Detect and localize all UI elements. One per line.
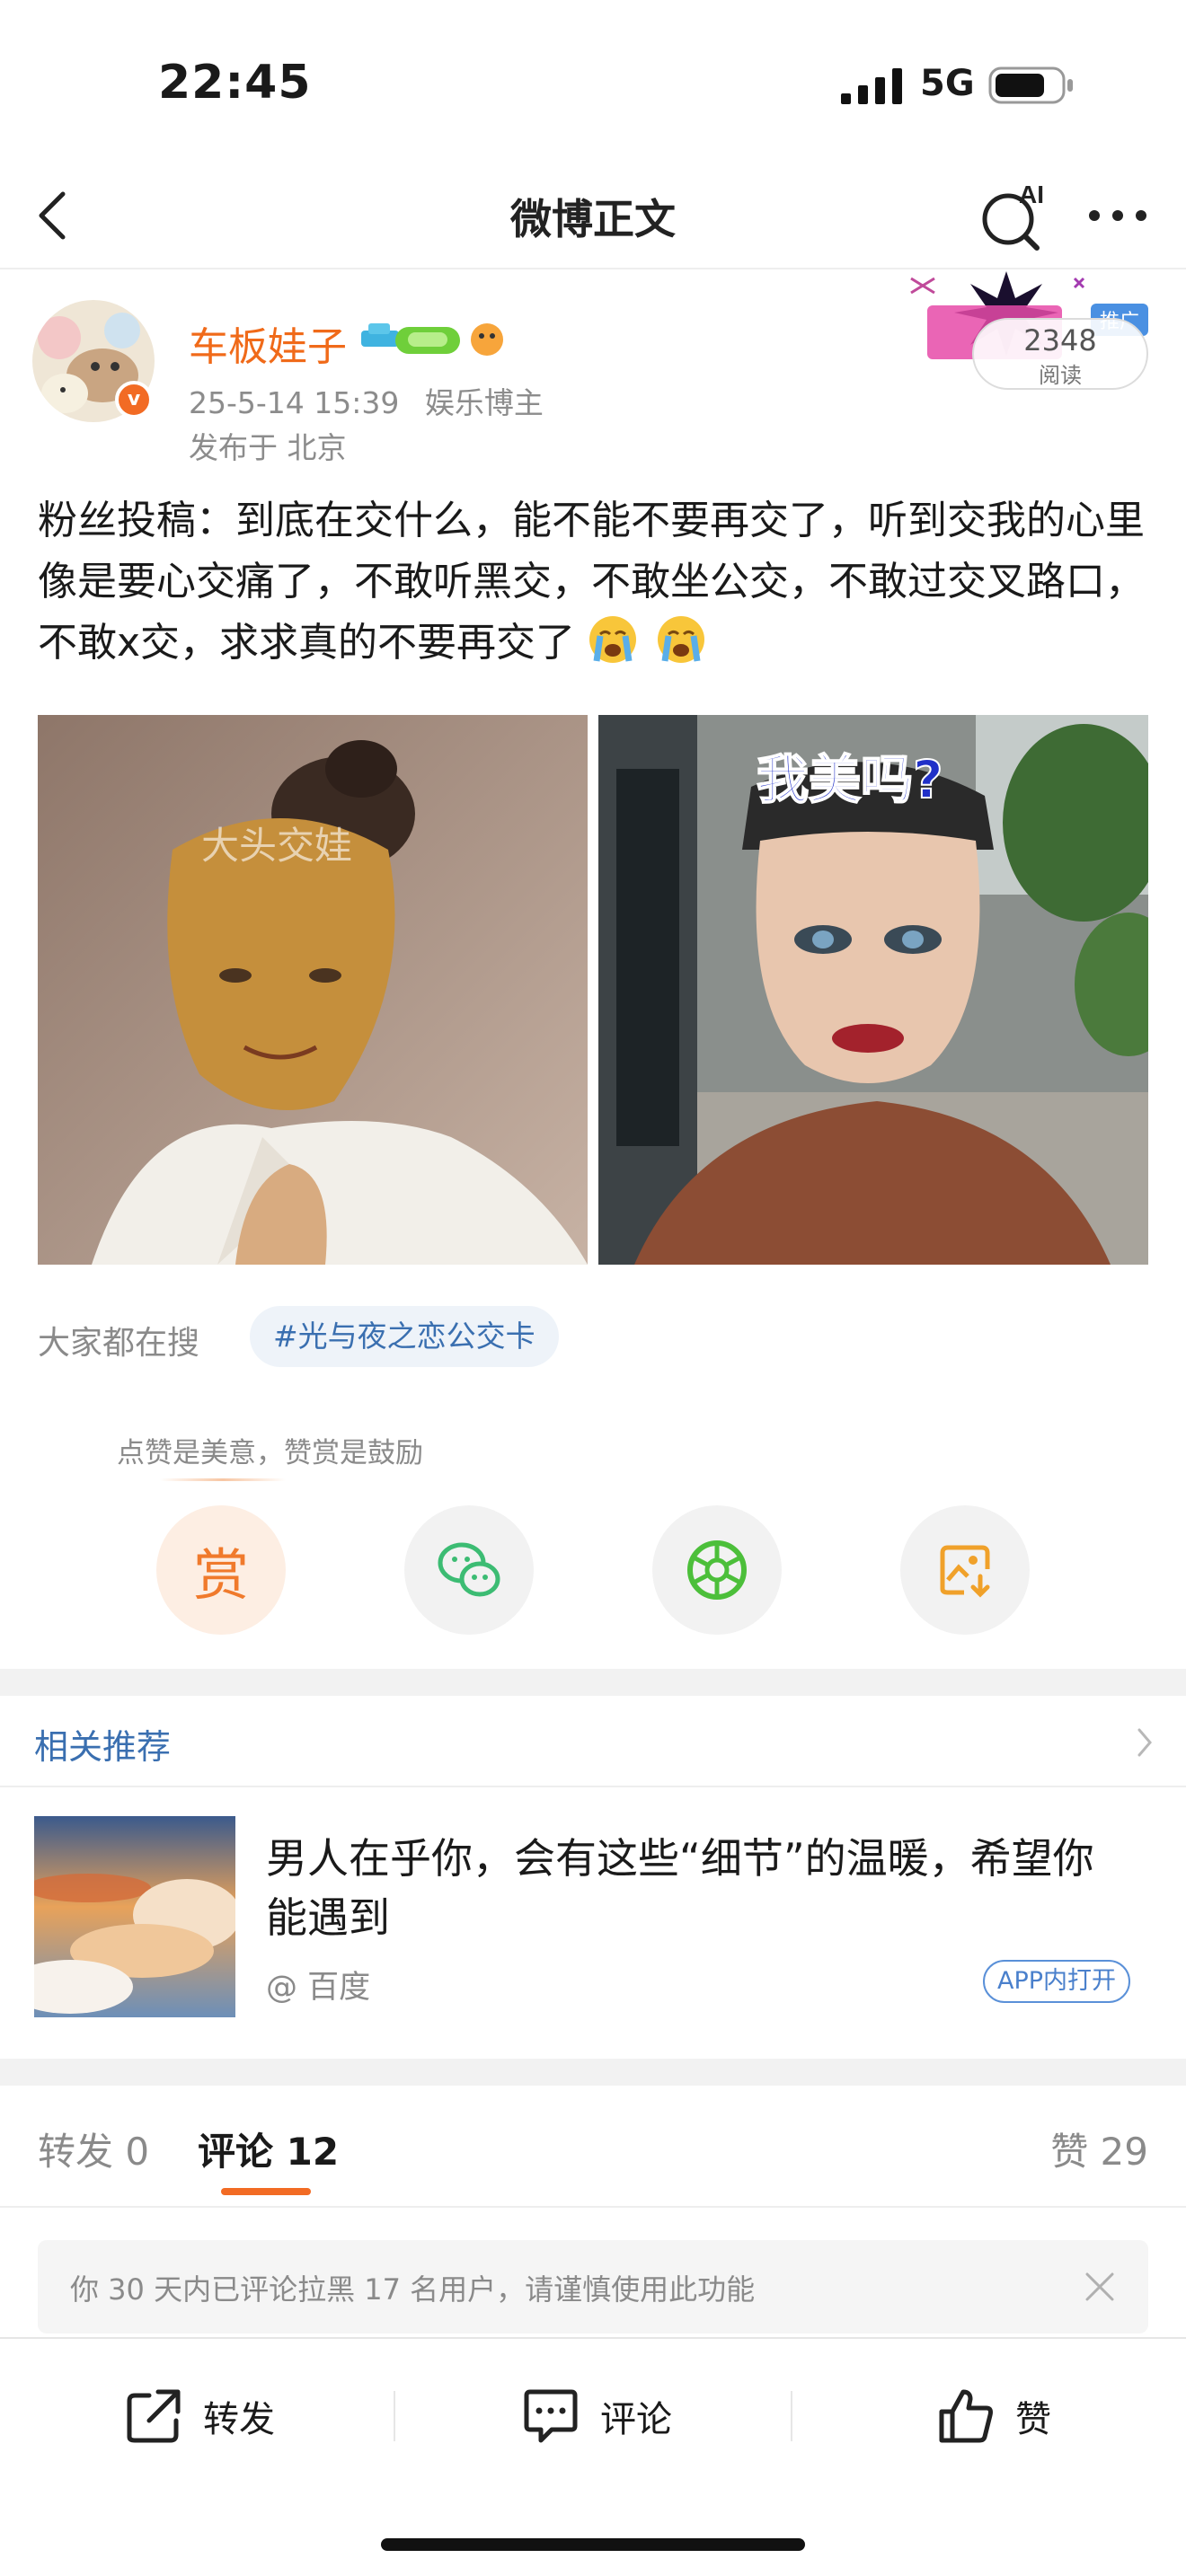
reward-tip-pointer [160,1478,286,1481]
active-tab-indicator [221,2188,311,2195]
repost-button[interactable]: 转发 [122,2380,275,2452]
home-indicator[interactable] [381,2538,805,2551]
network-type: 5G [920,63,975,104]
search-hint-label: 大家都在搜 [38,1325,200,1362]
repost-label: 转发 [203,2399,275,2440]
status-bar: 22:45 5G [0,0,1186,162]
reward-button[interactable]: 赏 [156,1505,286,1635]
moments-icon [687,1540,747,1600]
user-badges-icon[interactable] [359,316,512,359]
verified-badge: v [115,381,153,419]
notice-text: 你 30 天内已评论拉黑 17 名用户，请谨慎使用此功能 [70,2272,756,2307]
comment-icon [524,2389,578,2443]
save-image-button[interactable] [900,1505,1030,1635]
save-image-icon [940,1545,990,1598]
block-notice: 你 30 天内已评论拉黑 17 名用户，请谨慎使用此功能 [38,2240,1148,2333]
thumbs-up-icon [939,2389,993,2443]
post-meta: 25-5-14 15:39 娱乐博主 [189,379,560,422]
read-count-pill[interactable]: 2348 阅读 [972,318,1148,390]
ai-search-icon[interactable]: AI [978,178,1053,253]
tab-comments[interactable]: 评论 12 [198,2122,339,2176]
comment-label: 评论 [600,2399,672,2440]
section-divider [0,1669,1186,1696]
post-location: 发布于 北京 [189,430,347,465]
image-2-caption: 我美吗? [757,749,943,810]
share-wechat-button[interactable] [404,1505,534,1635]
section-divider [0,2059,1186,2086]
trending-search-tag[interactable]: #光与夜之恋公交卡 [250,1306,559,1367]
comment-button[interactable]: 评论 [519,2380,672,2452]
more-options-icon[interactable] [1082,180,1154,251]
read-label: 阅读 [1039,363,1082,388]
divider [394,2391,395,2441]
related-thumbnail[interactable] [34,1816,235,2017]
reward-icon: 赏 [192,1542,249,1608]
author-tag: 娱乐博主 [424,385,544,420]
crying-emoji-icon [658,616,705,663]
ai-label: AI [1019,181,1044,208]
tab-likes[interactable]: 赞 29 [1050,2122,1148,2176]
tab-reposts[interactable]: 转发 0 [38,2122,149,2176]
related-section-title[interactable]: 相关推荐 [34,1719,171,1769]
repost-icon [127,2389,181,2443]
cellular-signal-icon [841,68,902,104]
post-date: 25-5-14 15:39 [189,385,400,420]
status-time: 22:45 [158,56,312,110]
divider [0,2206,1186,2208]
reward-tip: 点赞是美意，赞赏是鼓励 [117,1437,423,1469]
divider [0,1786,1186,1787]
chevron-right-icon[interactable] [1134,1725,1155,1760]
image-1-caption: 大头交娃 [201,824,352,868]
open-in-app-button[interactable]: APP内打开 [983,1960,1131,2003]
related-source: @ 百度 [266,1970,371,2006]
nav-bar: 微博正文 AI [0,162,1186,269]
close-icon[interactable] [1082,2269,1118,2305]
post-image-1[interactable]: 大头交娃 [38,715,588,1265]
read-count: 2348 [1023,323,1097,357]
author-name[interactable]: 车板娃子 [189,314,347,372]
crying-emoji-icon [589,616,637,663]
like-label: 赞 [1015,2399,1051,2440]
related-headline[interactable]: 男人在乎你，会有这些“细节”的温暖，希望你能遇到 [266,1829,1128,1947]
like-button[interactable]: 赞 [934,2380,1051,2452]
post-image-2[interactable]: 我美吗? [598,715,1148,1265]
battery-icon [988,66,1073,104]
divider [791,2391,792,2441]
post-text: 粉丝投稿：到底在交什么，能不能不要再交了，听到交我的心里像是要心交痛了，不敢听黑… [38,490,1152,674]
share-moments-button[interactable] [652,1505,782,1635]
wechat-icon [438,1542,500,1597]
